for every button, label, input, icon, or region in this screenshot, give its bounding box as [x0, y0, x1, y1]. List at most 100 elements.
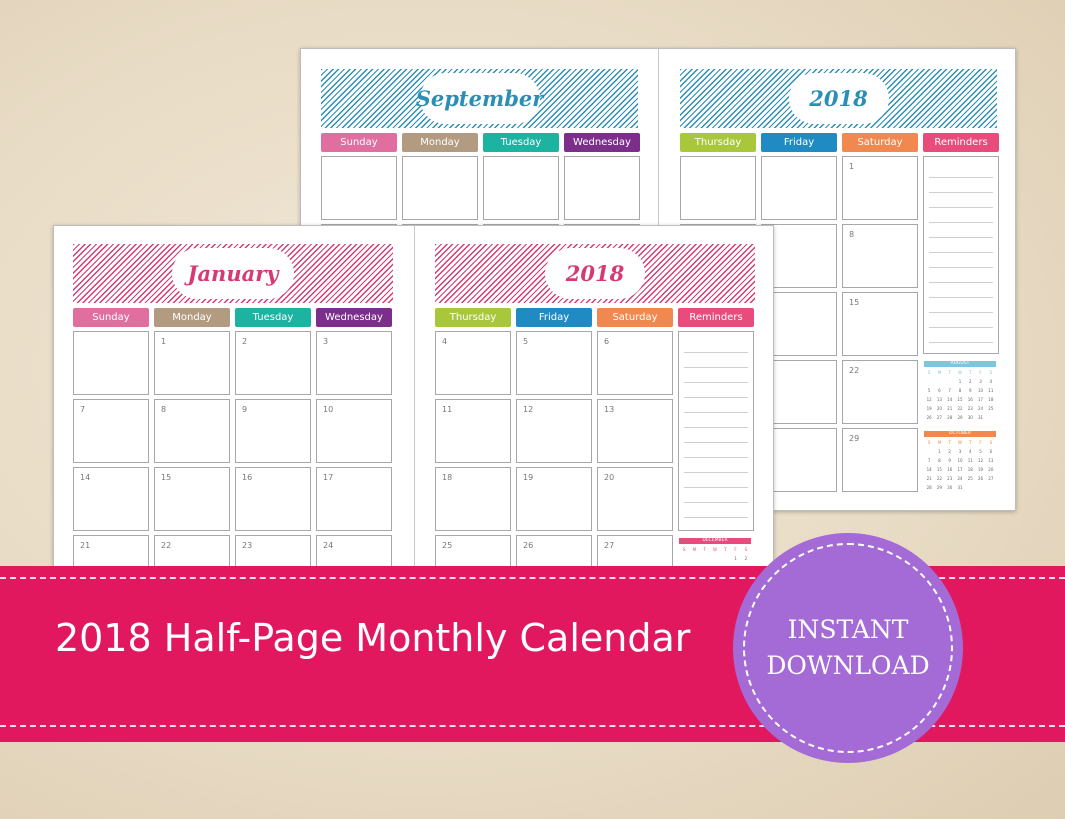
- mini-date: 12: [978, 458, 984, 463]
- mini-date: 20: [936, 406, 942, 411]
- mini-calendar-grid: S M T W T F S 1 2 3 4 5 6 7 8 9 10 11 12 13 14 15 16 17 18 19 20 21…: [924, 440, 996, 490]
- mini-date: [924, 379, 934, 384]
- date-number: 15: [161, 473, 172, 482]
- reminder-line: [684, 413, 748, 428]
- date-number: 2: [242, 337, 248, 346]
- mini-date: 18: [988, 397, 994, 402]
- date-number: 29: [849, 434, 860, 443]
- mini-date: 9: [969, 388, 972, 393]
- day-label-sunday: Sunday: [73, 308, 149, 327]
- mini-date: [720, 556, 730, 561]
- mini-date: 1: [958, 379, 962, 384]
- mini-calendar-grid: S M T W T F S 1 2 3 4 5 6 7 8 9 10 11 12 13 14 15 16 17 18 19 20 21…: [924, 370, 996, 420]
- mini-date: 23: [967, 406, 973, 411]
- reminder-line: [929, 313, 993, 328]
- mini-weekday: T: [948, 370, 951, 375]
- date-cell: 6: [597, 331, 673, 395]
- mini-date: 31: [978, 415, 984, 420]
- date-cell: 15: [154, 467, 230, 531]
- date-cell: [680, 156, 756, 220]
- mini-weekday: W: [713, 547, 717, 552]
- mini-weekday: T: [969, 370, 972, 375]
- date-cell: 8: [154, 399, 230, 463]
- date-cell: 16: [235, 467, 311, 531]
- date-number: 16: [242, 473, 253, 482]
- mini-date: 10: [957, 458, 963, 463]
- reminder-line: [929, 163, 993, 178]
- date-number: 25: [442, 541, 453, 550]
- mini-date: 6: [938, 388, 941, 393]
- mini-weekday: T: [703, 547, 706, 552]
- date-number: 17: [323, 473, 334, 482]
- mini-weekday: S: [927, 440, 931, 445]
- mini-calendar-august: AUGUST S M T W T F S 1 2 3 4 5 6 7 8 9 10 11 12 13 14 15 16 17 18…: [924, 361, 996, 420]
- mini-date: 27: [988, 476, 994, 481]
- date-cell: [73, 331, 149, 395]
- date-cell: 13: [597, 399, 673, 463]
- reminder-line: [929, 283, 993, 298]
- mini-date: 18: [967, 467, 973, 472]
- mini-date: [679, 556, 689, 561]
- day-label-monday: Monday: [402, 133, 478, 152]
- reminder-line: [684, 353, 748, 368]
- header-stripes: January: [73, 244, 393, 303]
- date-cell: 18: [435, 467, 511, 531]
- date-number: 22: [161, 541, 172, 550]
- day-label-friday: Friday: [761, 133, 837, 152]
- date-number: 18: [442, 473, 453, 482]
- mini-date: 7: [948, 388, 951, 393]
- calendar-page-january: January 2018 Sunday Monday Tuesday Wednesday 1…: [53, 225, 774, 599]
- date-number: 27: [604, 541, 615, 550]
- date-cell: 4: [435, 331, 511, 395]
- mini-date: 19: [978, 467, 984, 472]
- header-stripes: 2018: [680, 69, 997, 128]
- reminder-line: [929, 268, 993, 283]
- date-number: 24: [323, 541, 334, 550]
- date-cell: 11: [435, 399, 511, 463]
- reminder-line: [684, 428, 748, 443]
- page-divider: [414, 226, 415, 584]
- date-number: 20: [604, 473, 615, 482]
- mini-date: 21: [926, 476, 932, 481]
- reminder-line: [929, 208, 993, 223]
- mini-date: 9: [948, 458, 951, 463]
- mini-date: 11: [988, 388, 994, 393]
- reminder-line: [684, 443, 748, 458]
- header-month: January: [172, 248, 294, 299]
- day-label-tuesday: Tuesday: [483, 133, 559, 152]
- mini-date: 24: [978, 406, 984, 411]
- date-number: 6: [604, 337, 610, 346]
- date-number: 12: [523, 405, 534, 414]
- reminder-line: [684, 383, 748, 398]
- mini-date: [710, 556, 720, 561]
- mini-date: 7: [927, 458, 931, 463]
- mini-date: 2: [948, 449, 951, 454]
- mini-date: 1: [734, 556, 737, 561]
- header-year: 2018: [788, 73, 889, 124]
- date-cell: 9: [235, 399, 311, 463]
- header-stripes: September: [321, 69, 638, 128]
- date-number: 23: [242, 541, 253, 550]
- mini-date: 14: [926, 467, 932, 472]
- day-label-wednesday: Wednesday: [564, 133, 640, 152]
- banner-title: 2018 Half-Page Monthly Calendar: [55, 616, 691, 660]
- mini-date: 4: [969, 449, 972, 454]
- mini-date: 24: [957, 476, 963, 481]
- date-number: 7: [80, 405, 86, 414]
- date-number: 10: [323, 405, 334, 414]
- day-label-thursday: Thursday: [435, 308, 511, 327]
- date-cell: [761, 156, 837, 220]
- mini-weekday: F: [979, 370, 982, 375]
- date-number: 1: [161, 337, 167, 346]
- date-number: 22: [849, 366, 860, 375]
- reminder-line: [929, 238, 993, 253]
- day-label-sunday: Sunday: [321, 133, 397, 152]
- mini-date: 29: [936, 485, 942, 490]
- date-number: 21: [80, 541, 91, 550]
- date-cell: 2: [235, 331, 311, 395]
- date-number: 8: [849, 230, 855, 239]
- date-cell: 29: [842, 428, 918, 492]
- date-number: 11: [442, 405, 453, 414]
- mini-date: 11: [967, 458, 973, 463]
- mini-date: 20: [988, 467, 994, 472]
